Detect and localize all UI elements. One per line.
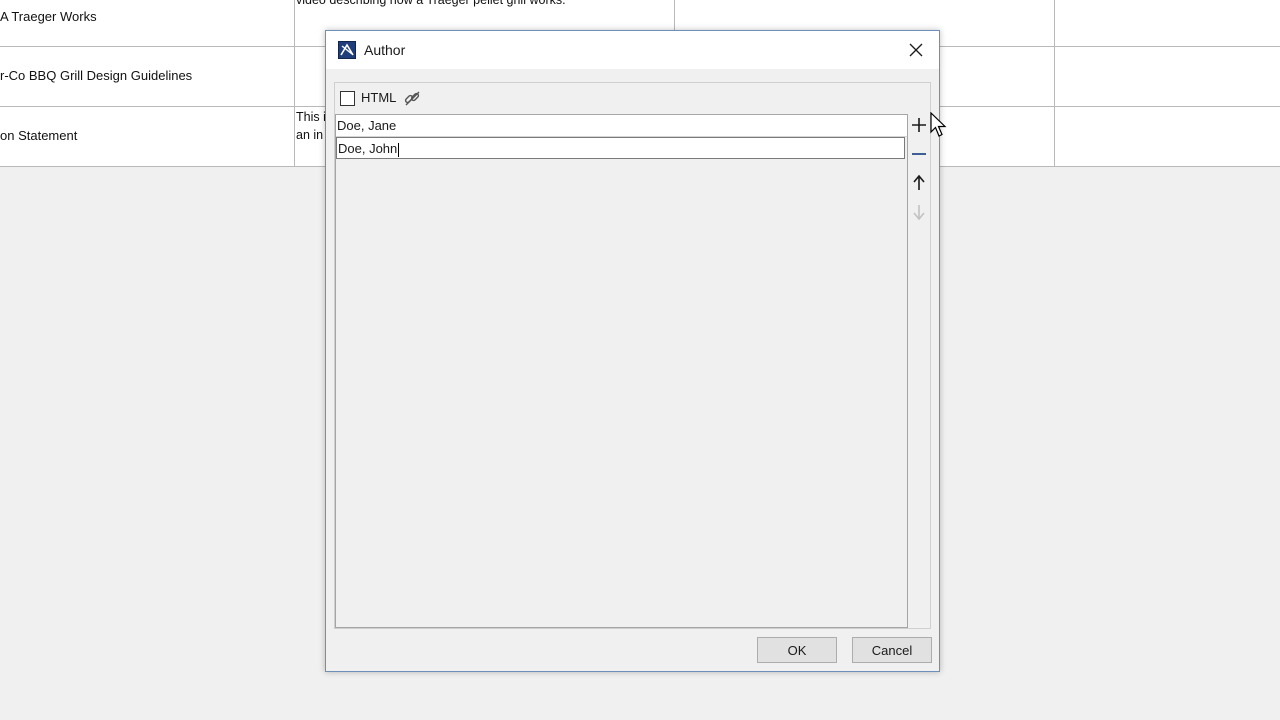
dialog-title: Author: [364, 42, 406, 58]
plus-icon: [912, 118, 926, 132]
close-icon: [909, 43, 923, 57]
row-description-line: This i: [296, 110, 326, 124]
row-description: video describing how a Traeger pellet gr…: [296, 0, 566, 7]
row-name: on Statement: [0, 128, 78, 143]
move-up-button[interactable]: [908, 172, 930, 194]
author-dialog: Author HTML Doe, Jane Doe, John OK Cance…: [325, 30, 940, 672]
mouse-cursor-icon: [930, 111, 948, 138]
list-item-text: Doe, Jane: [337, 118, 397, 133]
remove-value-button[interactable]: [908, 143, 930, 165]
table-cell-name[interactable]: r-Co BBQ Grill Design Guidelines: [0, 46, 295, 106]
move-down-button[interactable]: [908, 201, 930, 223]
list-item-text: Doe, John: [338, 141, 398, 156]
cancel-button[interactable]: Cancel: [852, 637, 932, 663]
link-icon[interactable]: [403, 89, 421, 107]
magicdraw-app-icon: [338, 41, 356, 59]
text-caret: [398, 142, 400, 157]
ok-button[interactable]: OK: [757, 637, 837, 663]
values-list[interactable]: Doe, Jane Doe, John: [335, 114, 908, 628]
minus-icon: [912, 153, 926, 155]
row-name: r-Co BBQ Grill Design Guidelines: [0, 68, 193, 83]
html-checkbox[interactable]: [340, 91, 355, 106]
add-value-button[interactable]: [908, 114, 930, 136]
arrow-up-icon: [913, 174, 925, 190]
html-checkbox-label[interactable]: HTML: [361, 90, 396, 105]
list-item[interactable]: Doe, Jane: [336, 115, 907, 137]
table-cell-name[interactable]: on Statement: [0, 106, 295, 166]
row-name: A Traeger Works: [0, 9, 97, 24]
row-description-line: an in: [296, 128, 324, 142]
list-item-editor[interactable]: Doe, John: [336, 137, 905, 159]
dialog-titlebar[interactable]: Author: [326, 31, 939, 69]
table-cell-name[interactable]: A Traeger Works: [0, 0, 295, 46]
arrow-down-icon: [913, 205, 925, 221]
close-button[interactable]: [893, 31, 939, 69]
